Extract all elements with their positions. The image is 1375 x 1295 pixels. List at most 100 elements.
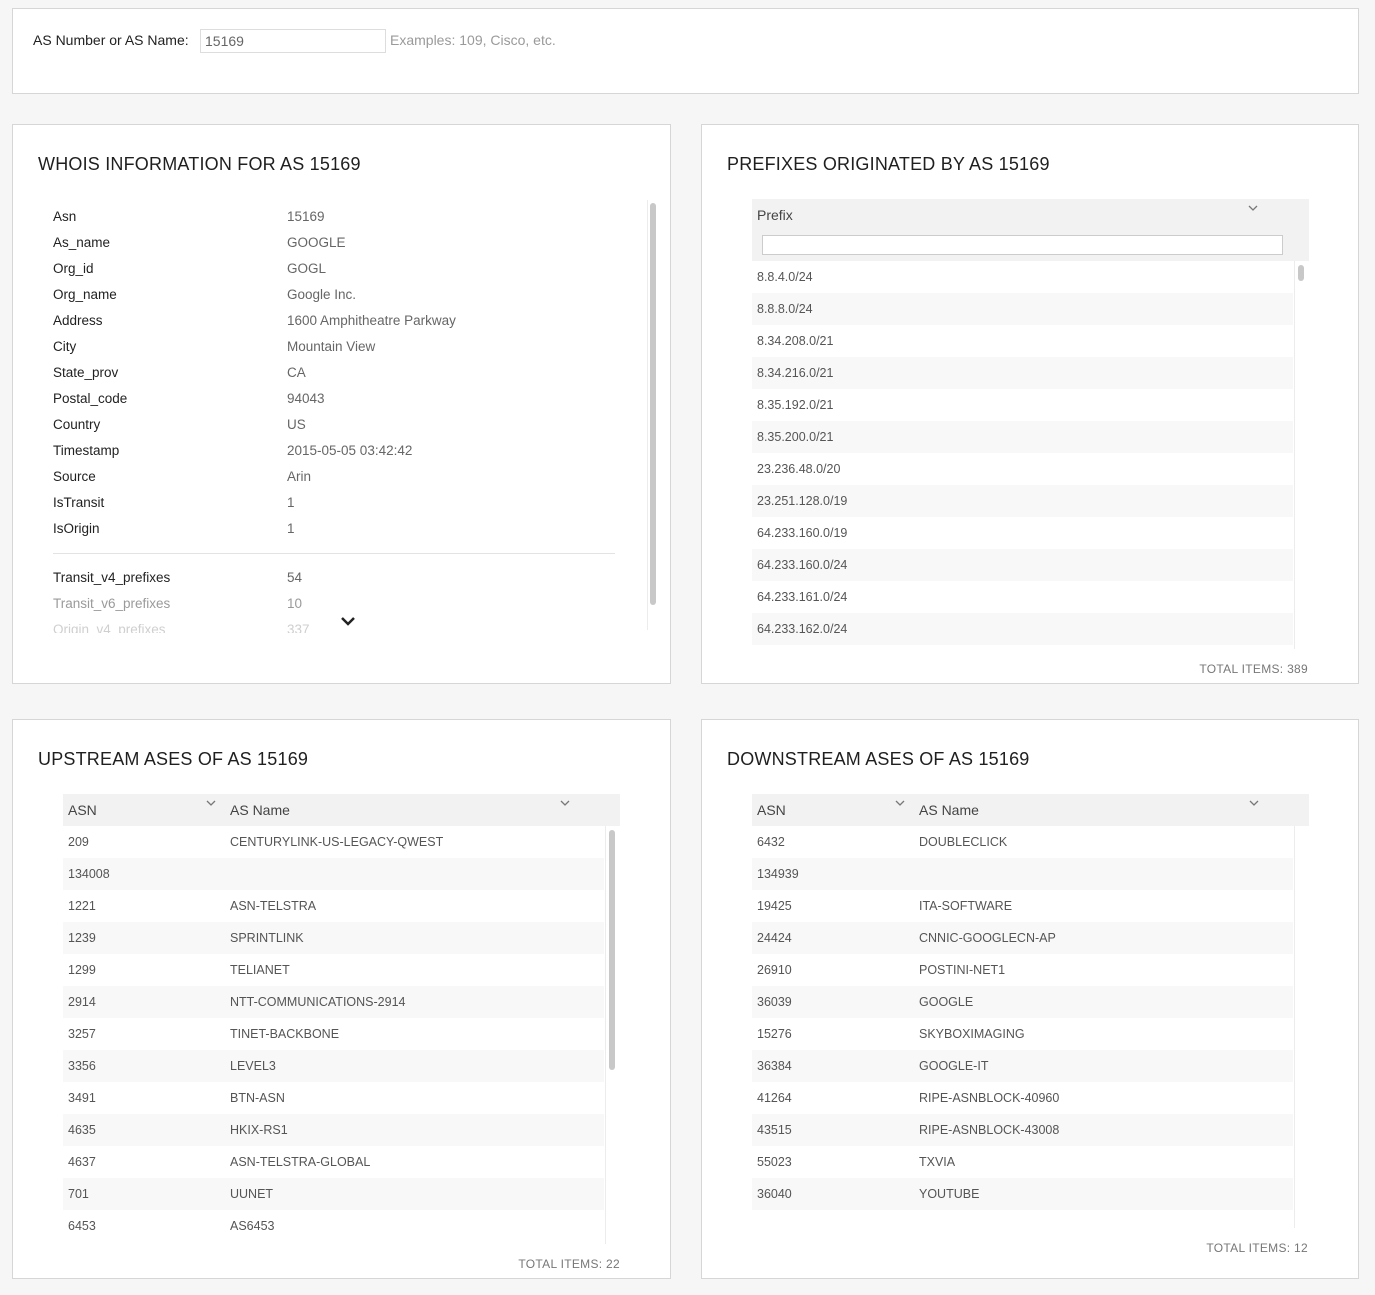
whois-value: 1600 Amphitheatre Parkway (287, 312, 456, 328)
upstream-grid-header: ASN AS Name (63, 794, 620, 826)
prefix-row[interactable]: 64.233.161.0/24 (752, 581, 1293, 613)
chevron-down-icon[interactable] (341, 613, 355, 629)
upstream-row[interactable]: 3356 LEVEL3 (63, 1050, 604, 1082)
downstream-row[interactable]: 6432 DOUBLECLICK (752, 826, 1293, 858)
whois-value: GOOGLE (287, 234, 346, 250)
column-header-asn[interactable]: ASN (68, 802, 97, 818)
downstream-row[interactable]: 26910 POSTINI-NET1 (752, 954, 1293, 986)
column-header-as-name[interactable]: AS Name (230, 802, 290, 818)
column-header-prefix[interactable]: Prefix (757, 207, 793, 223)
prefix-row[interactable]: 8.34.216.0/21 (752, 357, 1293, 389)
prefix-row[interactable]: 23.236.48.0/20 (752, 453, 1293, 485)
as-name-cell: ASN-TELSTRA-GLOBAL (230, 1155, 371, 1169)
whois-row: Country US (53, 411, 623, 437)
downstream-row[interactable]: 15276 SKYBOXIMAGING (752, 1018, 1293, 1050)
column-header-as-name[interactable]: AS Name (919, 802, 979, 818)
chevron-down-icon[interactable] (1248, 203, 1258, 215)
whois-value: 1 (287, 520, 295, 536)
as-name-cell: UUNET (230, 1187, 274, 1201)
asn-cell: 134939 (757, 867, 799, 881)
prefix-row[interactable]: 23.251.128.0/19 (752, 485, 1293, 517)
upstream-row[interactable]: 4637 ASN-TELSTRA-GLOBAL (63, 1146, 604, 1178)
prefix-row[interactable]: 8.35.192.0/21 (752, 389, 1293, 421)
whois-value: US (287, 416, 306, 432)
upstream-row[interactable]: 4635 HKIX-RS1 (63, 1114, 604, 1146)
upstream-row[interactable]: 1221 ASN-TELSTRA (63, 890, 604, 922)
upstream-grid-body[interactable]: 209 CENTURYLINK-US-LEGACY-QWEST 134008 1221… (63, 826, 604, 1244)
whois-title: WHOIS INFORMATION FOR AS 15169 (38, 154, 361, 174)
as-name-cell: LEVEL3 (230, 1059, 276, 1073)
prefix-row[interactable]: 8.34.208.0/21 (752, 325, 1293, 357)
as-search-input[interactable] (200, 29, 386, 53)
whois-value: Arin (287, 468, 312, 484)
prefix-cell: 64.233.162.0/24 (757, 622, 848, 636)
downstream-row[interactable]: 43515 RIPE-ASNBLOCK-43008 (752, 1114, 1293, 1146)
downstream-row[interactable]: 36039 GOOGLE (752, 986, 1293, 1018)
as-name-cell: GOOGLE (919, 995, 974, 1009)
downstream-row[interactable]: 55023 TXVIA (752, 1146, 1293, 1178)
prefixes-total-items: TOTAL ITEMS: 389 (1199, 662, 1308, 676)
downstream-grid-body[interactable]: 6432 DOUBLECLICK 134939 19425 ITA-SOFTWARE 24… (752, 826, 1293, 1228)
prefix-filter-row (752, 231, 1309, 261)
upstream-row[interactable]: 1299 TELIANET (63, 954, 604, 986)
prefix-cell: 8.35.200.0/21 (757, 430, 834, 444)
column-header-asn[interactable]: ASN (757, 802, 786, 818)
whois-key: Source (53, 468, 96, 484)
upstream-row[interactable]: 134008 (63, 858, 604, 890)
prefixes-panel: PREFIXES ORIGINATED BY AS 15169 Prefix 8… (701, 124, 1359, 684)
as-name-cell: CNNIC-GOOGLECN-AP (919, 931, 1056, 945)
asn-cell: 36040 (757, 1187, 792, 1201)
prefixes-scrollbar-thumb[interactable] (1298, 265, 1304, 281)
downstream-row[interactable]: 41264 RIPE-ASNBLOCK-40960 (752, 1082, 1293, 1114)
whois-row: Asn 15169 (53, 203, 623, 229)
upstream-row[interactable]: 1239 SPRINTLINK (63, 922, 604, 954)
prefixes-title: PREFIXES ORIGINATED BY AS 15169 (727, 154, 1050, 174)
whois-key: Org_name (53, 286, 117, 302)
prefixes-grid: Prefix 8.8.4.0/24 8.8.8.0/24 8.34.208.0/21… (752, 199, 1309, 651)
upstream-title: UPSTREAM ASES OF AS 15169 (38, 749, 309, 769)
whois-value: Mountain View (287, 338, 376, 354)
chevron-down-icon[interactable] (895, 798, 905, 810)
whois-row: City Mountain View (53, 333, 623, 359)
upstream-row[interactable]: 209 CENTURYLINK-US-LEGACY-QWEST (63, 826, 604, 858)
chevron-down-icon[interactable] (1249, 798, 1259, 810)
asn-cell: 1299 (68, 963, 96, 977)
downstream-scrollbar[interactable] (1294, 826, 1308, 1228)
prefix-row[interactable]: 64.233.162.0/24 (752, 613, 1293, 645)
upstream-row[interactable]: 701 UUNET (63, 1178, 604, 1210)
prefixes-grid-body[interactable]: 8.8.4.0/24 8.8.8.0/24 8.34.208.0/21 8.34.21… (752, 261, 1293, 649)
upstream-row[interactable]: 6453 AS6453 (63, 1210, 604, 1242)
asn-cell: 4635 (68, 1123, 96, 1137)
downstream-row[interactable]: 24424 CNNIC-GOOGLECN-AP (752, 922, 1293, 954)
whois-row: State_prov CA (53, 359, 623, 385)
asn-cell: 55023 (757, 1155, 792, 1169)
downstream-row[interactable]: 134939 (752, 858, 1293, 890)
upstream-row[interactable]: 2914 NTT-COMMUNICATIONS-2914 (63, 986, 604, 1018)
prefix-filter-input[interactable] (762, 235, 1283, 255)
prefix-row[interactable]: 8.8.4.0/24 (752, 261, 1293, 293)
upstream-row[interactable]: 3257 TINET-BACKBONE (63, 1018, 604, 1050)
whois-scrollbar-thumb[interactable] (650, 203, 656, 605)
upstream-row[interactable]: 3491 BTN-ASN (63, 1082, 604, 1114)
chevron-down-icon[interactable] (560, 798, 570, 810)
asn-cell: 2914 (68, 995, 96, 1009)
asn-cell: 3356 (68, 1059, 96, 1073)
upstream-scrollbar-thumb[interactable] (609, 830, 615, 1070)
whois-panel: WHOIS INFORMATION FOR AS 15169 Asn 15169 A… (12, 124, 671, 684)
downstream-row[interactable]: 36384 GOOGLE-IT (752, 1050, 1293, 1082)
whois-key: Transit_v6_prefixes (53, 595, 171, 611)
prefix-row[interactable]: 64.233.160.0/19 (752, 517, 1293, 549)
prefix-cell: 23.251.128.0/19 (757, 494, 848, 508)
whois-value: 2015-05-05 03:42:42 (287, 442, 413, 458)
chevron-down-icon[interactable] (206, 798, 216, 810)
prefix-row[interactable]: 8.35.200.0/21 (752, 421, 1293, 453)
downstream-row[interactable]: 36040 YOUTUBE (752, 1178, 1293, 1210)
prefix-row[interactable]: 8.8.8.0/24 (752, 293, 1293, 325)
as-name-cell: TELIANET (230, 963, 290, 977)
whois-value: 337 (287, 621, 310, 634)
whois-list[interactable]: Asn 15169 As_name GOOGLE Org_id GOGL Org_name G… (53, 203, 623, 633)
downstream-row[interactable]: 19425 ITA-SOFTWARE (752, 890, 1293, 922)
prefix-row[interactable]: 64.233.160.0/24 (752, 549, 1293, 581)
prefixes-scrollbar[interactable] (1294, 261, 1308, 649)
prefix-cell: 8.35.192.0/21 (757, 398, 834, 412)
